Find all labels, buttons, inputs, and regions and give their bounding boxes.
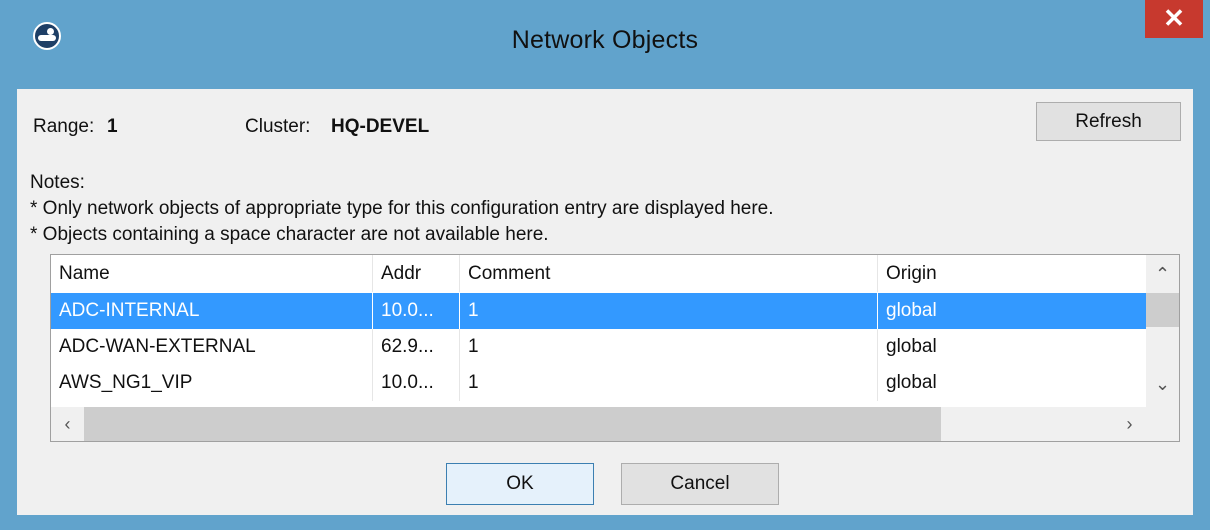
column-header-addr[interactable]: Addr [373, 255, 460, 292]
column-header-comment[interactable]: Comment [460, 255, 878, 292]
notes-line-1: * Only network objects of appropriate ty… [30, 198, 774, 219]
cluster-value: HQ-DEVEL [331, 116, 430, 137]
cluster-label: Cluster: [245, 116, 311, 137]
range-value: 1 [107, 116, 118, 137]
chevron-up-icon[interactable]: ⌃ [1146, 257, 1179, 291]
notes-heading: Notes: [30, 172, 85, 193]
window-title: Network Objects [511, 26, 699, 54]
horizontal-scrollbar[interactable]: ‹ › [51, 407, 1146, 441]
cell-origin: global [886, 336, 937, 357]
list-header: Name Addr Comment Origin [51, 255, 1146, 292]
table-row[interactable]: AWS_NG1_VIP 10.0... 1 global [51, 365, 1146, 407]
cell-addr: 10.0... [373, 293, 460, 329]
title-bar[interactable]: Network Objects ✕ [0, 0, 1210, 88]
chevron-right-icon[interactable]: › [1113, 407, 1146, 441]
horizontal-scroll-thumb[interactable] [84, 407, 941, 441]
cell-comment: 1 [460, 365, 878, 401]
cell-comment: 1 [460, 293, 878, 329]
ok-button[interactable]: OK [446, 463, 594, 505]
table-row[interactable]: ADC-INTERNAL 10.0... 1 global [51, 293, 1146, 329]
range-label: Range: [33, 116, 95, 137]
cell-addr: 10.0... [373, 365, 460, 401]
column-header-origin[interactable]: Origin [878, 255, 1146, 292]
cell-name: ADC-WAN-EXTERNAL [51, 329, 373, 365]
vertical-scrollbar[interactable]: ⌃ ⌄ [1146, 255, 1179, 407]
cell-name: AWS_NG1_VIP [51, 365, 373, 401]
dialog-body: Range: 1 Cluster: HQ-DEVEL Refresh Notes… [17, 89, 1193, 515]
cell-comment: 1 [460, 329, 878, 365]
column-header-name[interactable]: Name [51, 255, 373, 292]
table-row[interactable]: ADC-WAN-EXTERNAL 62.9... 1 global [51, 329, 1146, 365]
network-objects-list[interactable]: Name Addr Comment Origin ADC-INTERNAL 10… [50, 254, 1180, 442]
network-objects-window: Network Objects ✕ Range: 1 Cluster: HQ-D… [0, 0, 1210, 530]
notes-line-2: * Objects containing a space character a… [30, 224, 549, 245]
cell-name: ADC-INTERNAL [51, 293, 373, 329]
cell-origin: global [886, 300, 937, 321]
cell-origin: global [886, 372, 937, 393]
refresh-button[interactable]: Refresh [1036, 102, 1181, 141]
cell-addr: 62.9... [373, 329, 460, 365]
close-button[interactable]: ✕ [1145, 0, 1203, 38]
vertical-scroll-thumb[interactable] [1146, 293, 1179, 327]
chevron-down-icon[interactable]: ⌄ [1146, 367, 1179, 401]
scrollbar-corner [1146, 407, 1179, 441]
cancel-button[interactable]: Cancel [621, 463, 779, 505]
chevron-left-icon[interactable]: ‹ [51, 407, 84, 441]
